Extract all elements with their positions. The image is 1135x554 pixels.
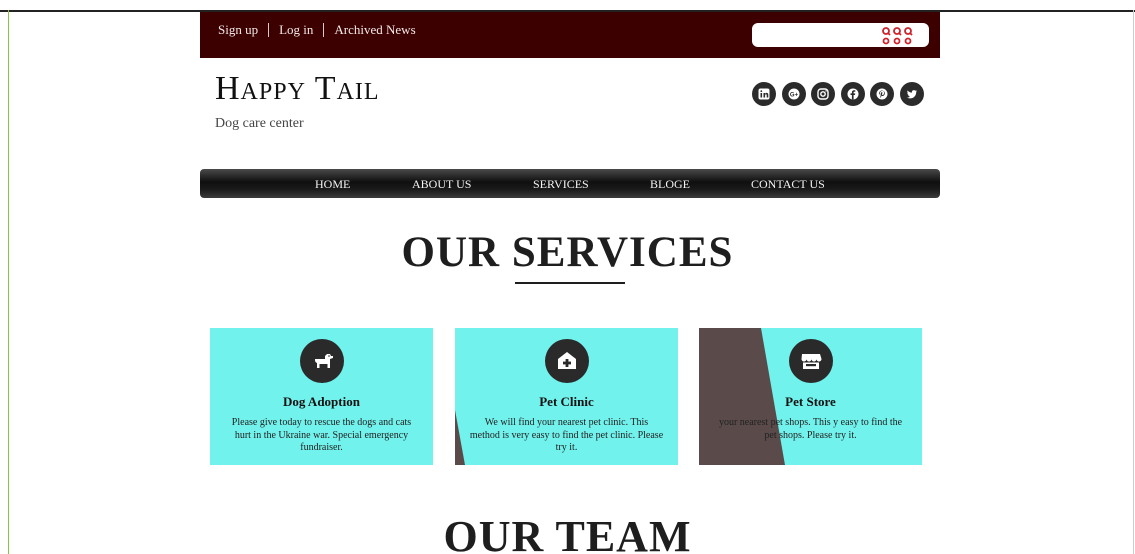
nav-about-us[interactable]: ABOUT US — [412, 177, 471, 192]
svg-text:G+: G+ — [789, 92, 798, 98]
social-icons: G+ — [752, 82, 924, 106]
pinterest-icon[interactable] — [870, 82, 894, 106]
login-link[interactable]: Log in — [268, 23, 323, 37]
top-links: Sign up Log in Archived News — [218, 23, 426, 37]
window-left-border — [8, 10, 9, 554]
service-card-pet-store[interactable]: Pet Store your nearest pet shops. This y… — [699, 328, 922, 465]
service-title: Pet Clinic — [539, 394, 594, 409]
service-text: Please give today to rescue the dogs and… — [231, 417, 412, 453]
main-nav: HOME ABOUT US SERVICES BLOGE CONTACT US — [200, 169, 940, 198]
team-title: OUR TEAM — [443, 512, 692, 554]
services-title: OUR SERVICES — [401, 229, 734, 276]
services-title-underline — [515, 282, 625, 284]
archived-news-link[interactable]: Archived News — [323, 23, 425, 37]
site-container: Sign up Log in Archived News — [200, 12, 940, 58]
service-card-pet-clinic[interactable]: Pet Clinic We will find your nearest pet… — [455, 328, 678, 465]
search-box — [752, 23, 929, 47]
clinic-icon — [545, 339, 589, 383]
nav-contact-us[interactable]: CONTACT US — [751, 177, 825, 192]
google-plus-icon[interactable]: G+ — [781, 82, 806, 106]
top-bar: Sign up Log in Archived News — [200, 12, 940, 58]
site-title[interactable]: Happy Tail — [215, 70, 380, 108]
signup-link[interactable]: Sign up — [218, 23, 268, 37]
twitter-icon[interactable] — [899, 82, 924, 106]
service-card-dog-adoption[interactable]: Dog Adoption Please give today to rescue… — [210, 328, 433, 465]
window-right-border — [1133, 10, 1134, 554]
site-tagline: Dog care center — [215, 116, 304, 131]
service-title: Pet Store — [785, 394, 836, 409]
linkedin-icon[interactable] — [752, 82, 776, 106]
search-icon[interactable] — [877, 24, 923, 46]
search-input[interactable] — [752, 23, 872, 47]
facebook-icon[interactable] — [840, 82, 865, 106]
service-text: your nearest pet shops. This y easy to f… — [718, 417, 903, 441]
service-text: We will find your nearest pet clinic. Th… — [469, 417, 664, 453]
service-title: Dog Adoption — [283, 394, 360, 409]
dog-icon — [300, 339, 344, 383]
store-icon — [789, 339, 833, 383]
nav-services[interactable]: SERVICES — [533, 177, 589, 192]
nav-bloge[interactable]: BLOGE — [650, 177, 690, 192]
instagram-icon[interactable] — [811, 82, 835, 106]
nav-home[interactable]: HOME — [315, 177, 350, 192]
